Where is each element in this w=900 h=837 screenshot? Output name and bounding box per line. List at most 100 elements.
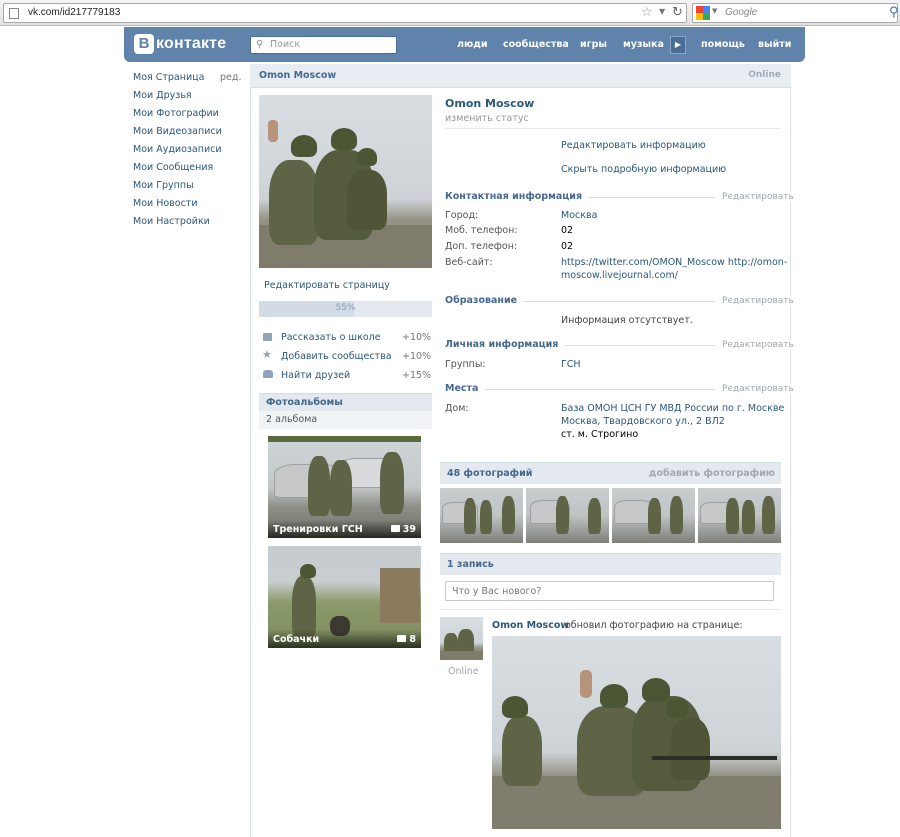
phone-value: 02	[561, 241, 574, 252]
bookmark-star-icon[interactable]: ☆	[641, 5, 653, 20]
soldier-shape	[464, 498, 476, 534]
edit-personal-link[interactable]: Редактировать	[716, 340, 794, 350]
soldier-shape	[330, 460, 352, 516]
place-metro: ст. м. Строгино	[561, 429, 639, 440]
chevron-down-icon[interactable]: ▼	[712, 7, 717, 15]
suggestion-friends[interactable]: Найти друзей	[281, 370, 350, 381]
search-placeholder: Поиск	[270, 39, 301, 50]
menu-my-audio[interactable]: Мои Аудиозаписи	[133, 144, 222, 155]
soldier-shape	[726, 498, 739, 534]
address-bar[interactable]: vk.com/id217779183 ☆ ▼ ↻	[3, 3, 687, 23]
menu-my-page[interactable]: Моя Страница	[133, 72, 204, 83]
play-icon[interactable]: ▶	[670, 36, 686, 54]
profile-title-bar: Omon Moscow Online	[250, 64, 791, 88]
album-title: Тренировки ГСН	[273, 524, 363, 535]
browser-search-bar[interactable]: ▼ Google ⚲	[692, 3, 899, 23]
albums-header[interactable]: Фотоальбомы	[259, 393, 432, 411]
post-author-name[interactable]: Omon Moscow	[492, 620, 569, 631]
menu-my-messages[interactable]: Мои Сообщения	[133, 162, 213, 173]
photo-thumb[interactable]	[526, 488, 609, 543]
suggestion-communities[interactable]: Добавить сообщества	[281, 351, 392, 362]
groups-value[interactable]: ГСН	[561, 359, 581, 370]
photo-thumb[interactable]	[440, 488, 523, 543]
field-label: Доп. телефон:	[445, 241, 518, 252]
divider	[440, 609, 781, 610]
nav-logout[interactable]: выйти	[758, 39, 791, 50]
suggestion-bonus: +15%	[402, 370, 432, 381]
soldier-shape	[308, 456, 330, 516]
website-link[interactable]: https://twitter.com/OMON_Moscow http://o…	[561, 257, 787, 268]
post-author-status: Online	[448, 666, 479, 677]
raised-hand-shape	[580, 670, 592, 698]
nav-games[interactable]: игры	[580, 39, 607, 50]
rifle-shape	[652, 756, 777, 760]
divider	[445, 128, 781, 129]
post-photo[interactable]	[492, 636, 781, 829]
google-icon[interactable]	[696, 6, 711, 20]
search-input[interactable]: ⚲ Поиск	[250, 36, 397, 54]
suggestion-bonus: +10%	[402, 332, 432, 343]
soldier-shape	[762, 496, 775, 534]
edit-page-link[interactable]: Редактировать страницу	[264, 280, 390, 291]
wall-post-input[interactable]: Что у Вас нового?	[445, 581, 774, 601]
soldier-shape	[588, 498, 601, 534]
search-icon[interactable]: ⚲	[889, 5, 899, 20]
menu-edit-link[interactable]: ред.	[220, 72, 241, 83]
soldier-shape	[670, 718, 710, 780]
chevron-down-icon[interactable]: ▼	[659, 7, 665, 16]
nav-people[interactable]: люди	[457, 39, 488, 50]
vehicle-shape	[440, 651, 483, 660]
menu-my-groups[interactable]: Мои Группы	[133, 180, 194, 191]
tree-line	[268, 436, 421, 442]
composer-placeholder: Что у Вас нового?	[452, 586, 542, 597]
helmet-shape	[331, 128, 357, 150]
nav-help[interactable]: помощь	[701, 39, 745, 50]
edit-info-link[interactable]: Редактировать информацию	[561, 140, 706, 151]
menu-my-videos[interactable]: Мои Видеозаписи	[133, 126, 222, 137]
place-name-link[interactable]: База ОМОН ЦСН ГУ МВД России по г. Москве	[561, 403, 784, 414]
profile-completeness-bar: 55%	[259, 301, 432, 317]
nav-music[interactable]: музыка	[623, 39, 664, 50]
photo-thumb[interactable]	[612, 488, 695, 543]
hide-info-link[interactable]: Скрыть подробную информацию	[561, 164, 726, 175]
section-title-contacts: Контактная информация	[445, 191, 589, 202]
browser-search-placeholder: Google	[725, 7, 758, 18]
edit-education-link[interactable]: Редактировать	[716, 296, 794, 306]
post-author-avatar[interactable]	[440, 617, 483, 660]
menu-my-photos[interactable]: Мои Фотографии	[133, 108, 219, 119]
albums-title: Фотоальбомы	[266, 397, 343, 408]
soldier-shape	[670, 496, 683, 534]
photos-header[interactable]: 48 фотографий добавить фотографию	[440, 462, 781, 484]
star-icon: ★	[262, 348, 272, 361]
photo-thumb[interactable]	[698, 488, 781, 543]
suggestion-bonus: +10%	[402, 351, 432, 362]
vk-logo[interactable]: В контакте	[134, 34, 226, 54]
album-cover[interactable]: Тренировки ГСН 39	[268, 436, 421, 538]
suggestion-school[interactable]: Рассказать о школе	[281, 332, 381, 343]
menu-my-friends[interactable]: Мои Друзья	[133, 90, 192, 101]
change-status-link[interactable]: изменить статус	[445, 113, 529, 124]
field-label: Веб-сайт:	[445, 257, 493, 268]
menu-my-news[interactable]: Мои Новости	[133, 198, 198, 209]
edit-places-link[interactable]: Редактировать	[716, 384, 794, 394]
album-cover[interactable]: Собачки 8	[268, 546, 421, 648]
city-value[interactable]: Москва	[561, 210, 597, 221]
reload-icon[interactable]: ↻	[672, 5, 683, 20]
edit-contacts-link[interactable]: Редактировать	[716, 192, 794, 202]
helmet-shape	[357, 148, 377, 166]
nav-communities[interactable]: сообщества	[503, 39, 569, 50]
section-title-personal: Личная информация	[445, 339, 565, 350]
album-title: Собачки	[273, 634, 320, 645]
add-photo-link[interactable]: добавить фотографию	[649, 468, 775, 479]
website-link[interactable]: moscow.livejournal.com/	[561, 270, 678, 281]
helmet-shape	[600, 684, 628, 708]
site-header: В контакте ⚲ Поиск люди сообщества игры …	[124, 27, 805, 62]
avatar[interactable]	[259, 95, 432, 268]
place-address-link[interactable]: Москва, Твардовского ул., 2 ВЛ2	[561, 416, 725, 427]
albums-count-bar: 2 альбома	[259, 411, 432, 429]
field-label: Дом:	[445, 403, 469, 414]
soldier-shape	[502, 496, 515, 534]
helmet-shape	[502, 696, 528, 718]
menu-my-settings[interactable]: Мои Настройки	[133, 216, 210, 227]
field-label: Город:	[445, 210, 479, 221]
